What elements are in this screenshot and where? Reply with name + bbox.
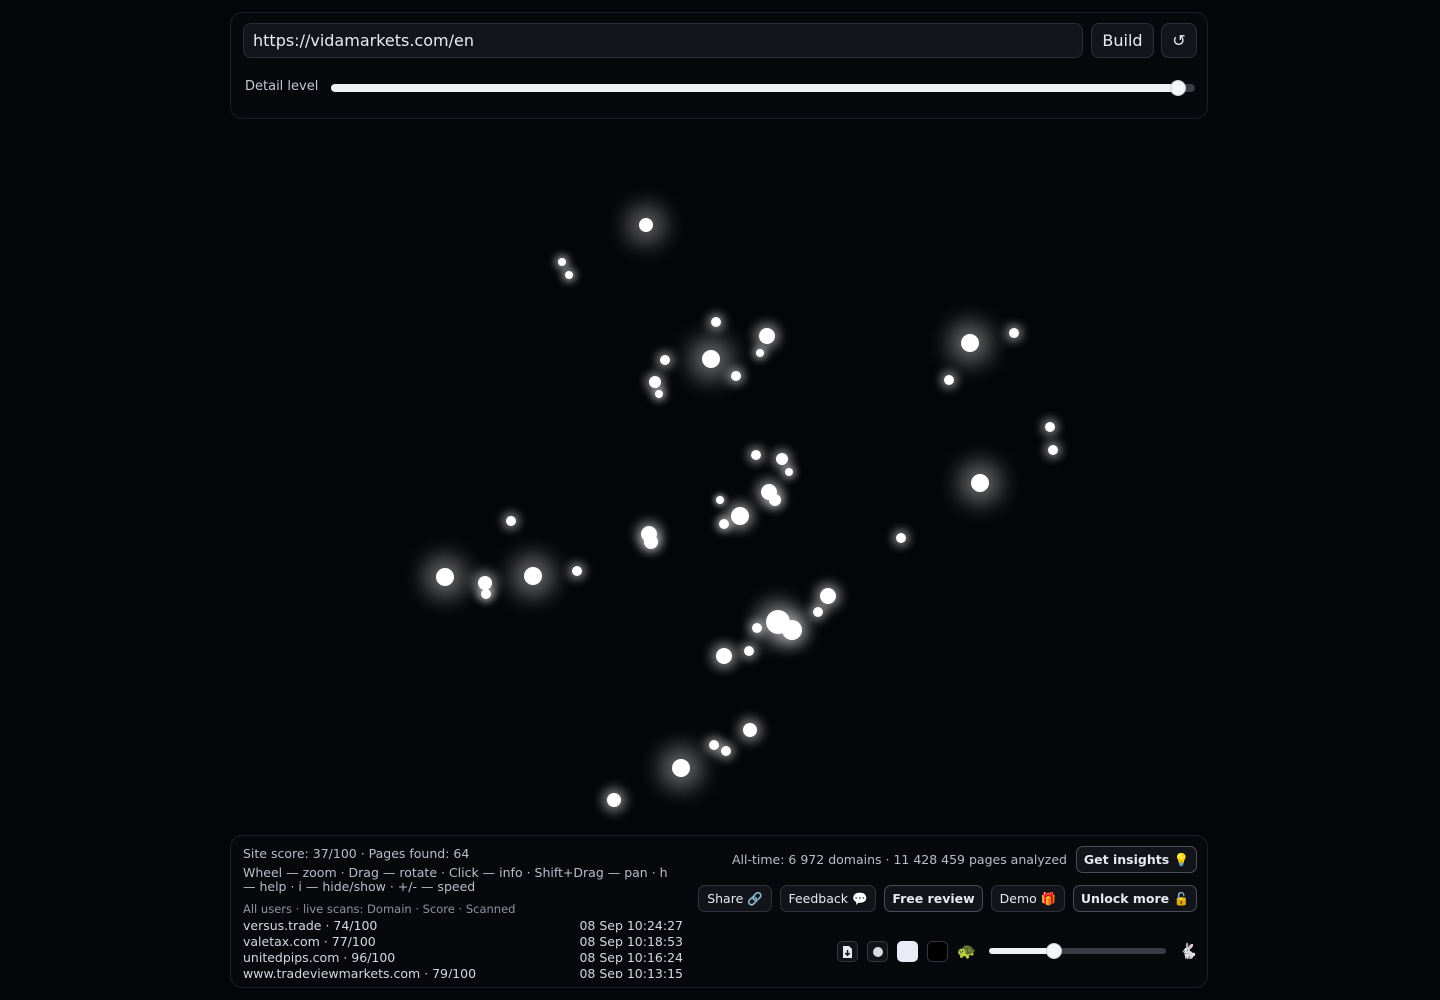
share-button[interactable]: Share 🔗	[698, 885, 772, 912]
graph-node[interactable]	[751, 450, 761, 460]
graph-node[interactable]	[716, 648, 732, 664]
graph-node[interactable]	[572, 566, 582, 576]
graph-node[interactable]	[1048, 445, 1058, 455]
graph-node[interactable]	[896, 533, 906, 543]
graph-node[interactable]	[756, 349, 764, 357]
graph-node[interactable]	[971, 474, 989, 492]
graph-node[interactable]	[744, 646, 754, 656]
dark-theme-button[interactable]	[927, 941, 948, 962]
graph-node[interactable]	[655, 390, 663, 398]
all-time-stats: All-time: 6 972 domains · 11 428 459 pag…	[732, 852, 1067, 867]
scan-domain: unitedpips.com · 96/100	[243, 950, 396, 965]
rabbit-icon: 🐇	[1179, 942, 1198, 960]
speed-thumb[interactable]	[1046, 943, 1063, 959]
speed-slider[interactable]	[989, 943, 1166, 959]
graph-node[interactable]	[721, 746, 731, 756]
build-button[interactable]: Build	[1091, 23, 1154, 58]
detail-level-fill	[331, 84, 1178, 92]
get-insights-button[interactable]: Get insights 💡	[1076, 846, 1197, 873]
graph-node[interactable]	[660, 355, 670, 365]
graph-node[interactable]	[782, 620, 802, 640]
scan-domain: versus.trade · 74/100	[243, 918, 378, 933]
unlock-more-button[interactable]: Unlock more 🔓	[1073, 885, 1197, 912]
url-input[interactable]	[243, 23, 1083, 58]
scan-time: 08 Sep 10:24:27	[579, 918, 683, 933]
graph-node[interactable]	[759, 328, 775, 344]
graph-node[interactable]	[565, 271, 573, 279]
speed-fill	[989, 948, 1055, 954]
graph-node[interactable]	[702, 350, 720, 368]
graph-node[interactable]	[639, 218, 653, 232]
bottom-panel: Site score: 37/100 · Pages found: 64 Whe…	[230, 835, 1208, 988]
graph-node[interactable]	[719, 519, 729, 529]
graph-node[interactable]	[785, 468, 793, 476]
graph-node[interactable]	[752, 623, 762, 633]
graph-node[interactable]	[716, 496, 724, 504]
top-panel: Build ↺ Detail level	[230, 12, 1208, 119]
detail-level-label: Detail level	[245, 79, 319, 94]
detail-level-slider[interactable]	[331, 80, 1195, 96]
scan-time: 08 Sep 10:13:15	[579, 966, 683, 978]
scan-time: 08 Sep 10:18:53	[579, 934, 683, 949]
graph-node[interactable]	[769, 494, 781, 506]
graph-node[interactable]	[813, 607, 823, 617]
graph-node[interactable]	[672, 759, 690, 777]
graph-node[interactable]	[506, 516, 516, 526]
graph-node[interactable]	[743, 723, 757, 737]
graph-node[interactable]	[481, 589, 491, 599]
reset-button[interactable]: ↺	[1161, 23, 1197, 58]
graph-node[interactable]	[709, 740, 719, 750]
graph-node[interactable]	[644, 535, 658, 549]
site-stats: Site score: 37/100 · Pages found: 64	[243, 846, 470, 861]
list-item[interactable]: www.tradeviewmarkets.com · 79/100 08 Sep…	[243, 966, 683, 978]
free-review-button[interactable]: Free review	[884, 885, 983, 912]
graph-node[interactable]	[1045, 422, 1055, 432]
feedback-button[interactable]: Feedback 💬	[780, 885, 876, 912]
graph-node[interactable]	[776, 453, 788, 465]
graph-node[interactable]	[607, 793, 621, 807]
site-graph-canvas[interactable]	[230, 120, 1208, 834]
live-scans-header: All users · live scans: Domain · Score ·…	[243, 902, 516, 916]
live-scans-list: versus.trade · 74/100 08 Sep 10:24:27 va…	[243, 918, 683, 978]
graph-node[interactable]	[558, 258, 566, 266]
graph-node[interactable]	[731, 507, 749, 525]
scan-domain: valetax.com · 77/100	[243, 934, 376, 949]
graph-node[interactable]	[961, 334, 979, 352]
graph-node[interactable]	[649, 376, 661, 388]
download-glyph	[843, 945, 852, 958]
list-item[interactable]: valetax.com · 77/100 08 Sep 10:18:53	[243, 934, 683, 950]
turtle-icon: 🐢	[957, 942, 976, 960]
dot-icon	[872, 946, 883, 957]
graph-node[interactable]	[436, 568, 454, 586]
node-style-toggle[interactable]	[867, 941, 888, 962]
graph-node[interactable]	[944, 375, 954, 385]
detail-level-thumb[interactable]	[1169, 80, 1186, 96]
download-icon[interactable]	[837, 941, 858, 962]
reset-icon: ↺	[1172, 31, 1186, 50]
list-item[interactable]: unitedpips.com · 96/100 08 Sep 10:16:24	[243, 950, 683, 966]
graph-node[interactable]	[1009, 328, 1019, 338]
scan-time: 08 Sep 10:16:24	[579, 950, 683, 965]
graph-node[interactable]	[731, 371, 741, 381]
list-item[interactable]: versus.trade · 74/100 08 Sep 10:24:27	[243, 918, 683, 934]
help-text: Wheel — zoom · Drag — rotate · Click — i…	[243, 865, 668, 894]
demo-button[interactable]: Demo 🎁	[991, 885, 1065, 912]
light-theme-button[interactable]	[897, 941, 918, 962]
scan-domain: www.tradeviewmarkets.com · 79/100	[243, 966, 477, 978]
graph-node[interactable]	[524, 567, 542, 585]
graph-node[interactable]	[820, 588, 836, 604]
graph-node[interactable]	[478, 576, 492, 590]
graph-node[interactable]	[711, 317, 721, 327]
